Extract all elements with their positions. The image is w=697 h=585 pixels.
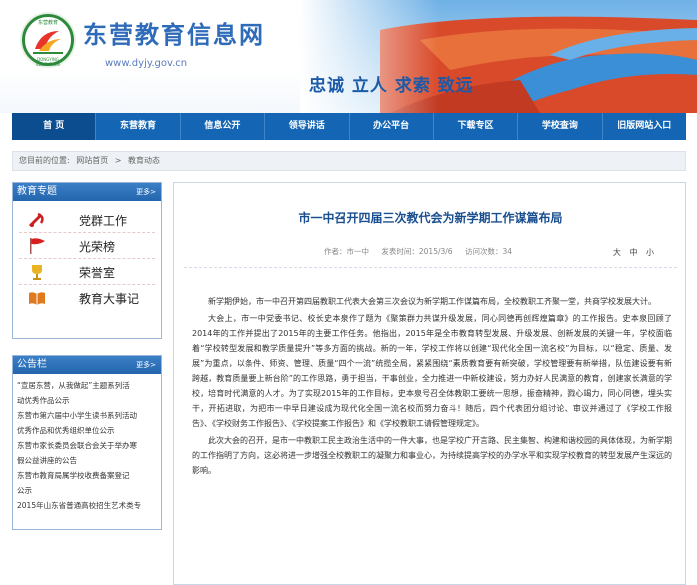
notice-list: “宣居东营，从我做起”主题系列活 动优秀作品公示 东营市第六届中小学生读书系列活… [13, 374, 161, 513]
notice-item[interactable]: 公示 [17, 483, 157, 498]
notice-board-title: 公告栏 [17, 359, 47, 370]
breadcrumb-home-link[interactable]: 网站首页 [76, 156, 108, 165]
special-item-label: 荣誉室 [79, 266, 116, 280]
article-paragraph: 此次大会的召开，是市一中教职工民主政治生活中的一件大事，也是学校广开言路、民主集… [192, 436, 672, 475]
breadcrumb-prefix: 您目前的位置: [19, 156, 70, 165]
site-header: 东营教育 DONGYING EDUCATION 东营教育信息网 www.dyjy… [0, 0, 697, 113]
special-topics-panel: 教育专题 更多> 党群工作 光荣榜 荣誉室 教育大事记 [12, 182, 162, 339]
party-emblem-icon [28, 212, 44, 228]
special-topics-more-link[interactable]: 更多> [136, 183, 156, 201]
nav-item-home[interactable]: 首 页 [12, 113, 97, 140]
article-body: 新学期伊始，市一中召开第四届教职工代表大会第三次会议为新学期工作谋篇布局，全校教… [192, 294, 672, 480]
nav-item-dongying-education[interactable]: 东营教育 [96, 113, 181, 140]
banner-landscape-art [300, 0, 697, 113]
nav-item-leader-speeches[interactable]: 领导讲话 [265, 113, 350, 140]
special-item-honor-room[interactable]: 荣誉室 [19, 259, 155, 285]
notice-item[interactable]: 东营市教育局属学校收费备案登记 [17, 468, 157, 483]
article-author: 作者：市一中 [324, 247, 369, 256]
special-topics-title: 教育专题 [17, 186, 57, 197]
special-item-label: 党群工作 [79, 214, 128, 228]
article-paragraph: 大会上，市一中党委书记、校长史本泉作了题为《聚策群力共谋升级发展，同心同德再创辉… [192, 314, 672, 428]
article-panel: 市一中召开四届三次教代会为新学期工作谋篇布局 作者：市一中 发表时间：2015/… [173, 182, 686, 585]
logo-emblem-icon [33, 31, 63, 54]
article-visits: 访问次数：34 [464, 247, 513, 256]
special-item-label: 教育大事记 [79, 292, 140, 306]
notice-item[interactable]: “宣居东营，从我做起”主题系列活 [17, 378, 157, 393]
site-title: 东营教育信息网 [83, 21, 265, 49]
special-topics-header: 教育专题 更多> [13, 183, 161, 201]
special-item-education-chronicle[interactable]: 教育大事记 [19, 285, 155, 311]
article-paragraph: 新学期伊始，市一中召开第四届教职工代表大会第三次会议为新学期工作谋篇布局，全校教… [208, 297, 656, 306]
nav-item-downloads[interactable]: 下载专区 [434, 113, 519, 140]
article-date: 发表时间：2015/3/6 [381, 247, 453, 256]
nav-item-old-site[interactable]: 旧版网站入口 [603, 113, 686, 140]
nav-item-info-disclosure[interactable]: 信息公开 [181, 113, 266, 140]
site-logo[interactable]: 东营教育 DONGYING EDUCATION [22, 14, 74, 67]
breadcrumb-separator: > [114, 156, 122, 165]
notice-item[interactable]: 东营市第六届中小学生读书系列活动 [17, 408, 157, 423]
site-url: www.dyjy.gov.cn [105, 58, 188, 69]
special-item-label: 光荣榜 [79, 240, 116, 254]
book-icon [29, 292, 45, 305]
trophy-icon [32, 265, 42, 280]
nav-item-school-search[interactable]: 学校查询 [518, 113, 603, 140]
site-slogan: 忠诚 立人 求索 致远 [309, 76, 474, 96]
notice-board-panel: 公告栏 更多> “宣居东营，从我做起”主题系列活 动优秀作品公示 东营市第六届中… [12, 355, 162, 530]
notice-item[interactable]: 2015年山东省普通高校招生艺术类专 [17, 498, 157, 513]
notice-item[interactable]: 假公益讲座的公告 [17, 453, 157, 468]
notice-board-header: 公告栏 更多> [13, 356, 161, 374]
breadcrumb: 您目前的位置: 网站首页 > 教育动态 [12, 151, 686, 171]
notice-item[interactable]: 东营市家长委员会联合会关于举办寒 [17, 438, 157, 453]
flag-icon [30, 238, 45, 254]
notice-board-more-link[interactable]: 更多> [136, 356, 156, 374]
special-item-honor-roll[interactable]: 光荣榜 [19, 233, 155, 259]
main-nav: 首 页 东营教育 信息公开 领导讲话 办公平台 下载专区 学校查询 旧版网站入口 [12, 113, 686, 140]
logo-bottom-text: DONGYING EDUCATION [36, 57, 60, 67]
notice-item[interactable]: 动优秀作品公示 [17, 393, 157, 408]
article-divider [184, 267, 677, 268]
font-size-switcher[interactable]: 大 中 小 [613, 247, 657, 258]
breadcrumb-current[interactable]: 教育动态 [128, 156, 160, 165]
nav-item-office-platform[interactable]: 办公平台 [350, 113, 434, 140]
article-meta: 作者：市一中 发表时间：2015/3/6 访问次数：34 [324, 246, 522, 257]
article-title: 市一中召开四届三次教代会为新学期工作谋篇布局 [298, 211, 563, 225]
special-item-party-work[interactable]: 党群工作 [19, 207, 155, 233]
notice-item[interactable]: 优秀作品和优秀组织单位公示 [17, 423, 157, 438]
